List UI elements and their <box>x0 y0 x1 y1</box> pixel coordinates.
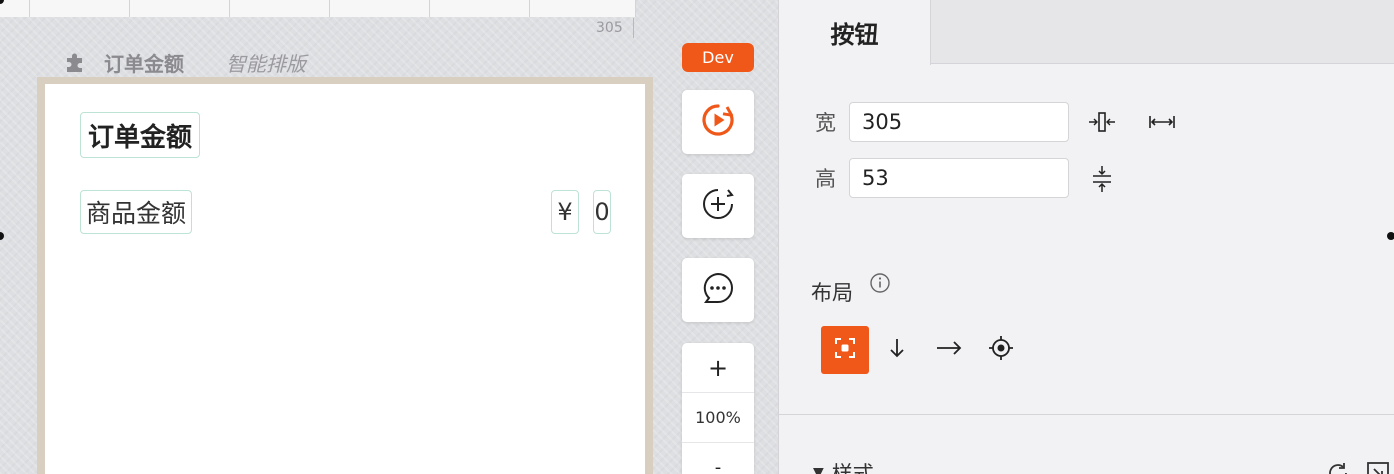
dev-badge[interactable]: Dev <box>682 43 754 72</box>
component-header: 订单金额 智能排版 <box>64 48 306 76</box>
strip-cell <box>530 0 636 17</box>
collapse-arrow-icon: ▼ <box>813 465 824 474</box>
product-amount-label[interactable]: 商品金额 <box>80 190 192 234</box>
width-readout: 305 <box>596 20 623 36</box>
layout-vertical-option[interactable] <box>873 326 921 374</box>
height-label: 高 <box>815 167 836 191</box>
target-icon <box>988 335 1014 365</box>
panel-tab-bar: 按钮 <box>779 0 1394 65</box>
zoom-control: + 100% - <box>682 343 754 474</box>
component-name[interactable]: 订单金额 <box>104 48 184 77</box>
width-row: 宽 <box>815 102 1069 142</box>
layout-horizontal-option[interactable] <box>925 326 973 374</box>
width-input[interactable] <box>849 102 1069 142</box>
fit-height-icon[interactable] <box>1087 164 1117 194</box>
add-circle-icon <box>701 187 735 225</box>
puzzle-icon <box>64 50 90 74</box>
tab-button-properties[interactable]: 按钮 <box>779 0 931 65</box>
properties-panel: 按钮 宽 高 布局 <box>778 0 1394 474</box>
fill-width-icon[interactable] <box>1147 107 1177 137</box>
arrow-right-icon <box>935 336 963 364</box>
layout-label: 布局 <box>811 281 853 305</box>
section-divider <box>779 414 1394 415</box>
comment-icon <box>701 271 735 309</box>
ruler-mark <box>633 18 634 38</box>
preview-button[interactable] <box>682 90 754 154</box>
strip-cell <box>330 0 430 17</box>
order-amount-title[interactable]: 订单金额 <box>80 112 200 158</box>
fit-width-icon[interactable] <box>1087 107 1117 137</box>
strip-cell <box>230 0 330 17</box>
currency-symbol[interactable]: ¥ <box>551 190 579 234</box>
strip-cell <box>0 0 30 17</box>
resize-handle[interactable] <box>0 232 4 240</box>
height-input[interactable] <box>849 158 1069 198</box>
zoom-in-button[interactable]: + <box>682 343 754 393</box>
style-label: 样式 <box>831 462 874 474</box>
refresh-icon[interactable] <box>1325 460 1351 474</box>
play-icon <box>700 102 736 142</box>
layout-free-option[interactable] <box>821 326 869 374</box>
strip-cell <box>30 0 130 17</box>
strip-cell <box>430 0 530 17</box>
comment-button[interactable] <box>682 258 754 322</box>
free-layout-icon <box>833 336 857 364</box>
resize-handle[interactable] <box>1387 232 1394 240</box>
add-component-button[interactable] <box>682 174 754 238</box>
layout-center-option[interactable] <box>977 326 1025 374</box>
zoom-out-button[interactable]: - <box>682 443 754 474</box>
component-frame[interactable]: 订单金额 商品金额 ¥ 0 <box>37 77 653 474</box>
info-icon[interactable] <box>869 272 891 294</box>
smart-layout-link[interactable]: 智能排版 <box>226 48 306 77</box>
previous-component-strip <box>0 0 636 17</box>
height-row: 高 <box>815 158 1069 198</box>
amount-value[interactable]: 0 <box>593 190 611 234</box>
style-section-header[interactable]: ▼ 样式 <box>813 458 874 474</box>
width-label: 宽 <box>815 111 836 135</box>
component-body[interactable]: 订单金额 商品金额 ¥ 0 <box>45 84 645 474</box>
strip-cell <box>130 0 230 17</box>
arrow-down-icon <box>885 336 909 364</box>
design-canvas[interactable]: 305 订单金额 智能排版 订单金额 商品金额 ¥ 0 Dev + 100% - <box>0 0 778 474</box>
zoom-level[interactable]: 100% <box>682 393 754 443</box>
expand-icon[interactable] <box>1365 460 1391 474</box>
